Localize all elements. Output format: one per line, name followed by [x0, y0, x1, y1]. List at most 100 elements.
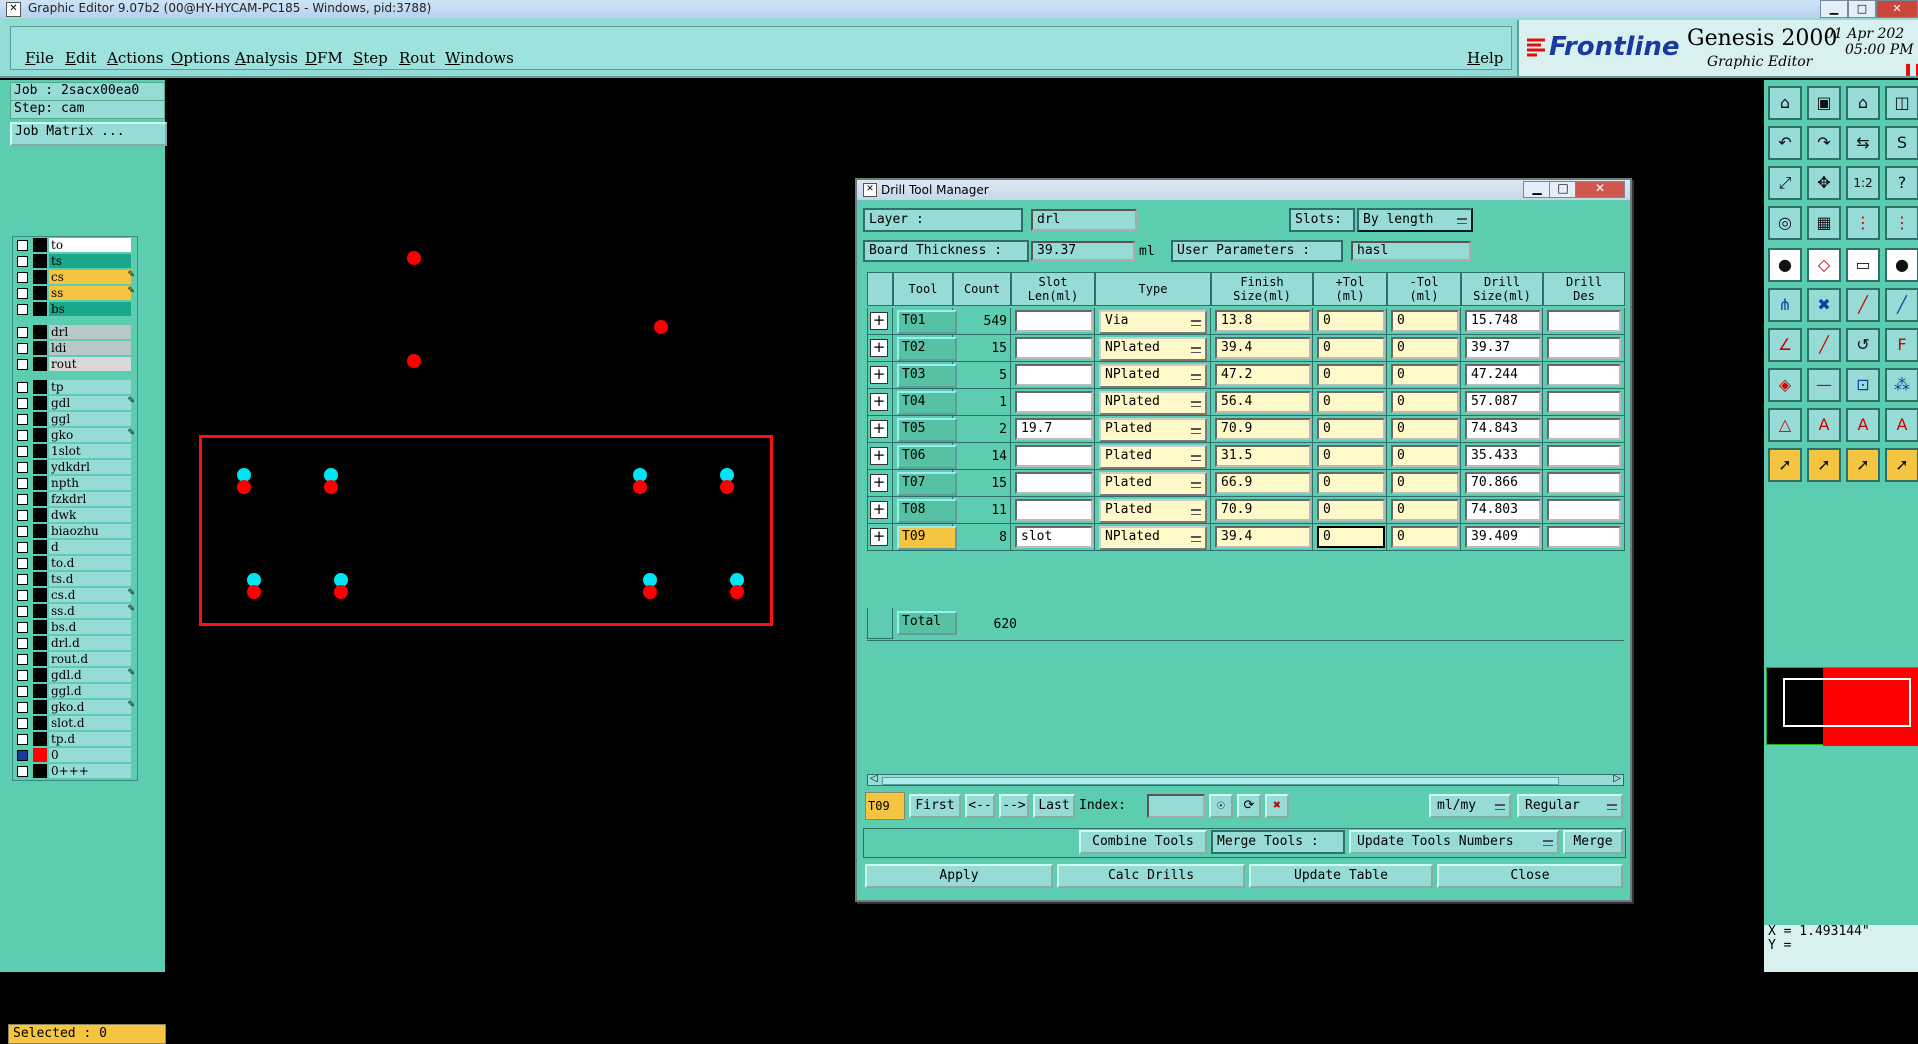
layer-name[interactable]: biaozhu	[49, 524, 131, 538]
zoom-fit-icon[interactable]: ⤢	[1768, 166, 1802, 200]
angle-icon[interactable]: ∠	[1768, 328, 1802, 362]
des-field[interactable]	[1547, 337, 1621, 359]
grid-icon[interactable]: ▦	[1807, 206, 1841, 240]
mirror-icon[interactable]: ⇆	[1846, 126, 1880, 160]
layer-name[interactable]: drl	[49, 325, 131, 339]
pointer-select-icon[interactable]: ➚	[1807, 448, 1841, 482]
tool-button[interactable]: T06	[897, 445, 957, 469]
menu-step[interactable]: Step	[353, 49, 388, 67]
units-select[interactable]: ml/my	[1429, 794, 1511, 818]
expand-icon[interactable]: +	[870, 528, 888, 546]
select-poly-icon[interactable]: ◇	[1807, 248, 1841, 282]
layer-row[interactable]: slot.d	[13, 716, 137, 731]
layer-checkbox[interactable]	[17, 622, 28, 633]
layer-checkbox[interactable]	[17, 446, 28, 457]
home-icon[interactable]: ⌂	[1768, 86, 1802, 120]
layer-name[interactable]: fzkdrl	[49, 492, 131, 506]
expand-icon[interactable]: +	[870, 393, 888, 411]
slot-field[interactable]: 19.7	[1015, 418, 1093, 440]
select-dot-icon[interactable]: ●	[1885, 248, 1918, 282]
layer-checkbox[interactable]	[17, 382, 28, 393]
expand-icon[interactable]: +	[870, 447, 888, 465]
des-field[interactable]	[1547, 445, 1621, 467]
ntol-field[interactable]: 0	[1391, 445, 1459, 467]
layer-checkbox[interactable]	[17, 272, 28, 283]
scrollbar-thumb[interactable]	[882, 777, 1559, 785]
layer-checkbox[interactable]	[17, 256, 28, 267]
layer-checkbox[interactable]	[17, 288, 28, 299]
layer-row[interactable]: cs.d ✎	[13, 588, 137, 603]
layer-checkbox[interactable]	[17, 750, 28, 761]
layer-row[interactable]: bs	[13, 302, 137, 317]
drill-field[interactable]: 47.244	[1465, 364, 1541, 386]
pan-icon[interactable]: ✥	[1807, 166, 1841, 200]
layer-row[interactable]: dwk	[13, 508, 137, 523]
layer-name[interactable]: d	[49, 540, 131, 554]
layer-checkbox[interactable]	[17, 702, 28, 713]
search-bulb-icon[interactable]: ☉	[1209, 794, 1233, 818]
help-icon[interactable]: ?	[1885, 166, 1918, 200]
des-field[interactable]	[1547, 472, 1621, 494]
layer-row[interactable]: ldi	[13, 341, 137, 356]
triangle-b-icon[interactable]: A	[1846, 408, 1880, 442]
tool-button[interactable]: T04	[897, 391, 957, 415]
user-parameters-field[interactable]: hasl	[1351, 241, 1471, 261]
layer-checkbox[interactable]	[17, 734, 28, 745]
layer-name[interactable]: to.d	[49, 556, 131, 570]
layer-checkbox[interactable]	[17, 462, 28, 473]
slot-field[interactable]	[1015, 337, 1093, 359]
dialog-close-icon[interactable]: ✕	[1575, 181, 1625, 198]
layer-checkbox[interactable]	[17, 414, 28, 425]
des-field[interactable]	[1547, 364, 1621, 386]
menu-rout[interactable]: Rout	[399, 49, 435, 67]
pointer-net-icon[interactable]: ➚	[1885, 448, 1918, 482]
select-circle-icon[interactable]: ●	[1768, 248, 1802, 282]
finish-field[interactable]: 13.8	[1215, 310, 1311, 332]
layer-checkbox[interactable]	[17, 430, 28, 441]
expand-icon[interactable]: +	[870, 420, 888, 438]
slot-field[interactable]	[1015, 364, 1093, 386]
layer-row[interactable]: biaozhu	[13, 524, 137, 539]
cross-icon[interactable]: ✖	[1807, 288, 1841, 322]
tool-button[interactable]: T09	[897, 526, 957, 550]
type-select[interactable]: Plated	[1099, 418, 1207, 442]
cluster-icon[interactable]: ⁂	[1885, 368, 1918, 402]
layer-name[interactable]: 1slot	[49, 444, 131, 458]
drill-field[interactable]: 35.433	[1465, 445, 1541, 467]
layer-row[interactable]: ss ✎	[13, 286, 137, 301]
layer-name[interactable]: bs	[49, 302, 131, 316]
job-matrix-button[interactable]: Job Matrix ...	[10, 122, 167, 146]
tool-button[interactable]: T08	[897, 499, 957, 523]
layer-name[interactable]: ts	[49, 254, 131, 268]
layer-row[interactable]: to.d	[13, 556, 137, 571]
layer-row[interactable]: ydkdrl	[13, 460, 137, 475]
window-icon[interactable]: ◫	[1885, 86, 1918, 120]
arc-icon[interactable]: ↺	[1846, 328, 1880, 362]
minus-icon[interactable]: —	[1807, 368, 1841, 402]
ptol-field[interactable]: 0	[1317, 418, 1385, 440]
layer-row[interactable]: cs ✎	[13, 270, 137, 285]
merge-tools-select[interactable]: Update Tools Numbers	[1349, 830, 1559, 854]
drill-field[interactable]: 57.087	[1465, 391, 1541, 413]
layer-checkbox[interactable]	[17, 606, 28, 617]
horizontal-scrollbar[interactable]: ◁ ▷	[867, 773, 1624, 786]
pointer-edit-icon[interactable]: ➚	[1846, 448, 1880, 482]
layer-row[interactable]: fzkdrl	[13, 492, 137, 507]
ptol-field[interactable]: 0	[1317, 445, 1385, 467]
menu-windows[interactable]: Windows	[445, 49, 514, 67]
apply-button[interactable]: Apply	[865, 864, 1053, 888]
layer-checkbox[interactable]	[17, 574, 28, 585]
dialog-minimize-button[interactable]: ▁	[1523, 181, 1551, 198]
finish-field[interactable]: 39.4	[1215, 337, 1311, 359]
triangle-a-icon[interactable]: A	[1807, 408, 1841, 442]
slot-field[interactable]	[1015, 499, 1093, 521]
expand-icon[interactable]: +	[870, 474, 888, 492]
layer-checkbox[interactable]	[17, 686, 28, 697]
slot-field[interactable]	[1015, 391, 1093, 413]
expand-icon[interactable]: +	[870, 312, 888, 330]
menu-file[interactable]: File	[25, 49, 54, 67]
slot-field[interactable]: slot	[1015, 526, 1093, 548]
type-select[interactable]: NPlated	[1099, 526, 1207, 550]
des-field[interactable]	[1547, 391, 1621, 413]
layer-name[interactable]: rout	[49, 357, 131, 371]
